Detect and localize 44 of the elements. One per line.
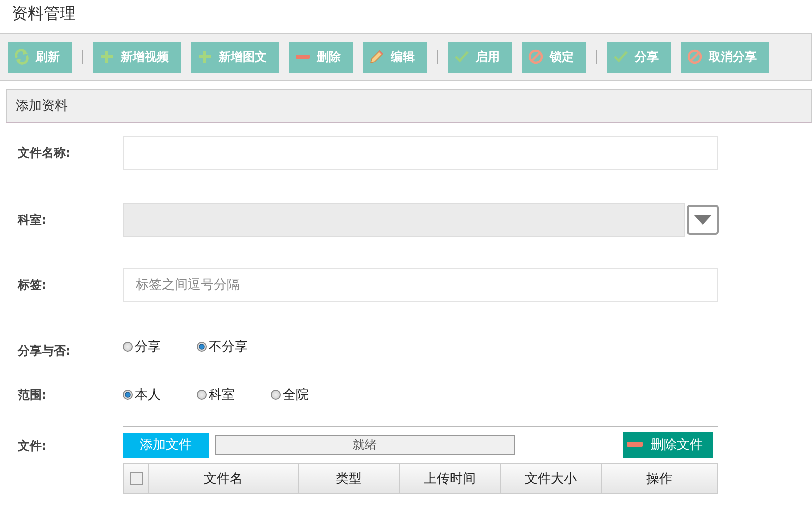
select-all-checkbox[interactable] xyxy=(130,472,142,485)
tags-field[interactable]: 标签之间逗号分隔 xyxy=(123,268,718,302)
toolbar-button[interactable]: 取消分享 xyxy=(681,42,769,72)
pencil-icon xyxy=(369,49,385,65)
column-header: 操作 xyxy=(601,464,717,493)
plus-icon xyxy=(197,49,213,65)
field-label: 分享与否: xyxy=(18,343,72,360)
panel-header: 添加资料 xyxy=(6,89,812,123)
radio-option[interactable]: 本人 xyxy=(123,386,197,404)
forbidden-icon xyxy=(687,49,703,65)
toolbar-button[interactable]: 锁定 xyxy=(522,42,586,72)
file-name-field[interactable] xyxy=(123,136,718,170)
toolbar-button[interactable]: 启用 xyxy=(448,42,512,72)
column-header: 文件大小 xyxy=(500,464,601,493)
radio-option[interactable]: 分享 xyxy=(123,338,197,356)
field-label: 范围: xyxy=(18,386,48,404)
dropdown-button[interactable] xyxy=(687,205,719,235)
minus-icon xyxy=(627,441,643,449)
field-label: 文件名称: xyxy=(18,144,72,162)
plus-icon xyxy=(99,49,115,65)
page-title: 资料管理 xyxy=(11,3,77,25)
field-label: 科室: xyxy=(18,212,48,228)
radio-option[interactable]: 科室 xyxy=(197,386,271,404)
refresh-icon xyxy=(14,49,30,65)
toolbar-button[interactable]: 删除 xyxy=(289,42,353,72)
add-file-button[interactable]: 添加文件 xyxy=(123,432,209,458)
column-header: 上传时间 xyxy=(399,464,500,493)
check-icon xyxy=(454,49,470,65)
toolbar-button[interactable]: 编辑 xyxy=(363,42,427,72)
radio-option[interactable]: 不分享 xyxy=(197,338,271,356)
column-header: 文件名 xyxy=(148,464,298,493)
column-header: 类型 xyxy=(298,464,399,493)
caret-icon xyxy=(693,214,713,226)
toolbar-button[interactable]: 分享 xyxy=(607,42,671,72)
toolbar-button[interactable]: 新增图文 xyxy=(191,42,279,72)
field-label: 文件: xyxy=(18,438,48,455)
forbidden-icon xyxy=(528,49,544,65)
radio-option[interactable]: 全院 xyxy=(271,386,345,404)
upload-status: 就绪 xyxy=(215,435,515,455)
toolbar-button[interactable]: 新增视频 xyxy=(93,42,181,72)
delete-file-button[interactable]: 删除文件 xyxy=(623,432,713,458)
toolbar-button[interactable]: 刷新 xyxy=(8,42,72,72)
field-label: 标签: xyxy=(18,276,48,294)
check-icon xyxy=(613,49,629,65)
